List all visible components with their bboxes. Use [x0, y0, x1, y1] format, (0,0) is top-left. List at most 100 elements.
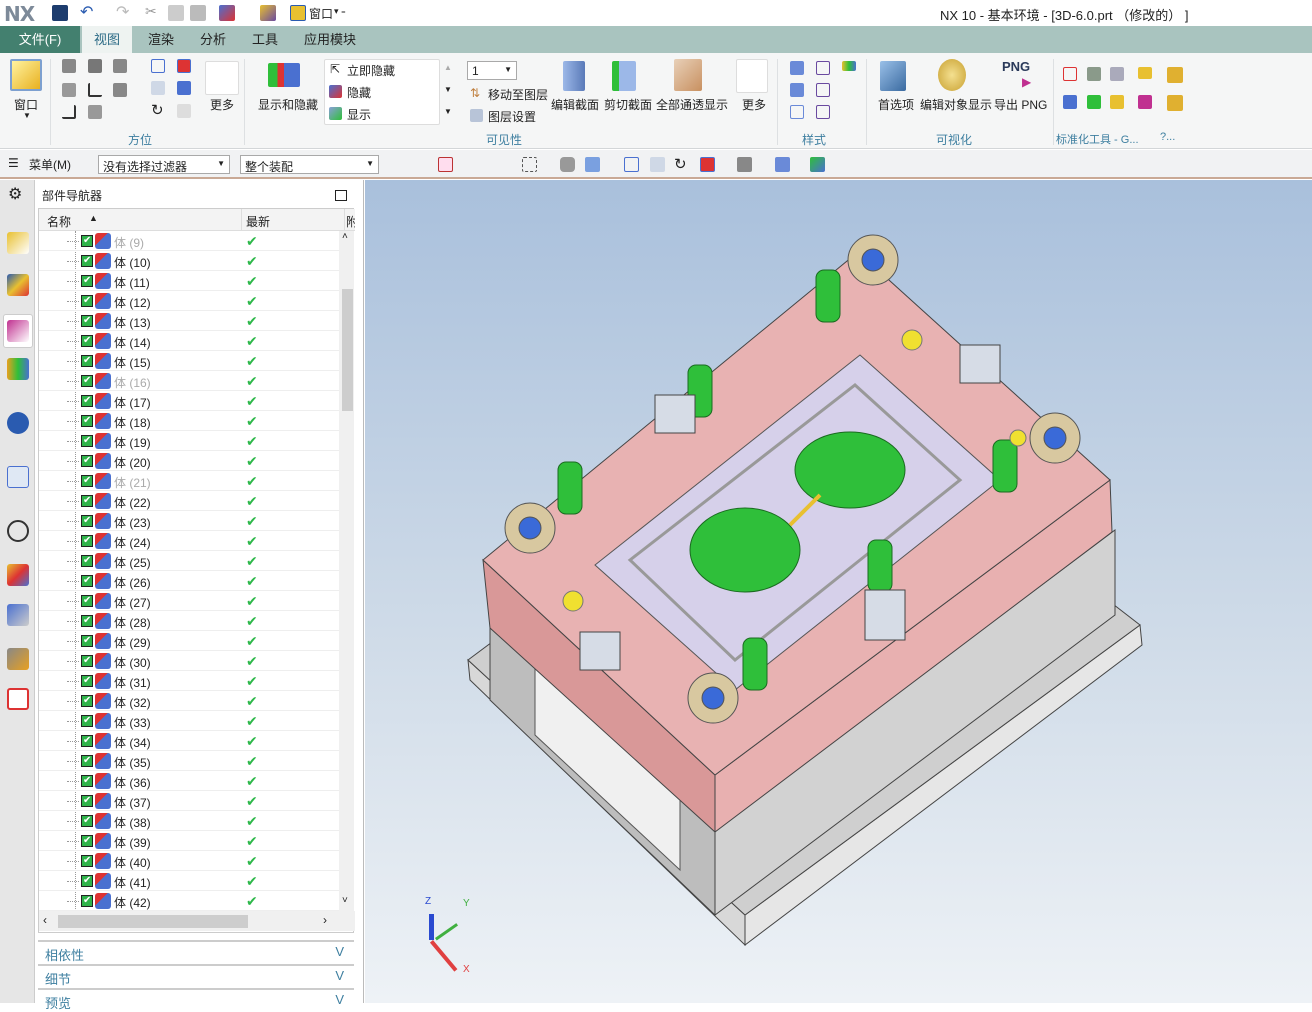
show-and-hide-button[interactable]: 显示和隐藏	[258, 96, 318, 113]
tree-row[interactable]: 体 (14) ✔	[39, 331, 339, 351]
tree-row[interactable]: 体 (10) ✔	[39, 251, 339, 271]
constraint-navigator-icon[interactable]	[7, 274, 29, 296]
visibility-checkbox[interactable]	[81, 655, 93, 667]
all-transparent-button[interactable]: 全部通透显示	[656, 96, 728, 113]
tree-row[interactable]: 体 (23) ✔	[39, 511, 339, 531]
gallery-expand-icon[interactable]: ▼	[444, 107, 452, 116]
static-wire-icon[interactable]	[790, 105, 804, 119]
tree-row[interactable]: 体 (26) ✔	[39, 571, 339, 591]
show-hide-icon[interactable]	[268, 63, 300, 87]
layer-settings-icon[interactable]	[470, 109, 483, 122]
section-details[interactable]: 细节 V	[38, 964, 354, 987]
maximize-icon[interactable]	[335, 190, 347, 201]
tab-file[interactable]: 文件(F)	[0, 26, 80, 53]
tree-row[interactable]: 体 (40) ✔	[39, 851, 339, 871]
scroll-right-icon[interactable]: ›	[323, 913, 327, 927]
gallery-up-icon[interactable]: ▲	[444, 63, 452, 72]
visibility-checkbox[interactable]	[81, 415, 93, 427]
tree-row[interactable]: 体 (19) ✔	[39, 431, 339, 451]
graphics-window[interactable]: Z X Y	[365, 180, 1312, 1003]
tree-row[interactable]: 体 (29) ✔	[39, 631, 339, 651]
undo-icon[interactable]: ↶	[80, 2, 96, 21]
tree-row[interactable]: 体 (38) ✔	[39, 811, 339, 831]
column-more[interactable]: 附	[346, 213, 355, 230]
vertical-scrollbar[interactable]: ˄ ˅	[339, 231, 354, 911]
show-button[interactable]: 显示	[347, 106, 371, 123]
clip-section-icon[interactable]	[612, 61, 636, 91]
visibility-checkbox[interactable]	[81, 455, 93, 467]
tree-row[interactable]: 体 (16) ✔	[39, 371, 339, 391]
more-orient-icon[interactable]	[205, 61, 239, 95]
move-to-layer-button[interactable]: 移动至图层	[488, 86, 548, 103]
visibility-checkbox[interactable]	[81, 255, 93, 267]
tree-row[interactable]: 体 (34) ✔	[39, 731, 339, 751]
pan-icon[interactable]	[151, 81, 165, 95]
visibility-checkbox[interactable]	[81, 615, 93, 627]
menu-button[interactable]: 菜单(M)	[29, 156, 71, 173]
view-back-icon[interactable]	[88, 105, 102, 119]
colors-icon[interactable]	[842, 61, 856, 71]
view-iso-icon[interactable]	[113, 59, 127, 73]
visibility-checkbox[interactable]	[81, 495, 93, 507]
extra-tool-1-icon[interactable]	[1167, 67, 1183, 83]
paint-icon[interactable]	[260, 5, 276, 21]
hidden-edges-icon[interactable]	[816, 83, 830, 97]
visibility-checkbox[interactable]	[81, 235, 93, 247]
tree-row[interactable]: 体 (32) ✔	[39, 691, 339, 711]
mold-assembly-model[interactable]	[365, 180, 1312, 1003]
visibility-checkbox[interactable]	[81, 735, 93, 747]
tree-row[interactable]: 体 (18) ✔	[39, 411, 339, 431]
show-hide-icon[interactable]	[219, 5, 235, 21]
visibility-checkbox[interactable]	[81, 515, 93, 527]
shaded-edges-icon[interactable]	[790, 61, 804, 75]
layer-select[interactable]: 1	[467, 61, 517, 80]
tree-row[interactable]: 体 (20) ✔	[39, 451, 339, 471]
manufacturing-wizards-icon[interactable]	[7, 648, 29, 670]
web-browser-icon[interactable]	[7, 466, 29, 488]
tree-row[interactable]: 体 (39) ✔	[39, 831, 339, 851]
visibility-checkbox[interactable]	[81, 775, 93, 787]
visibility-checkbox[interactable]	[81, 835, 93, 847]
visibility-checkbox[interactable]	[81, 855, 93, 867]
visibility-checkbox[interactable]	[81, 755, 93, 767]
render-style-icon[interactable]	[737, 157, 752, 172]
visibility-checkbox[interactable]	[81, 335, 93, 347]
clip-section-button[interactable]: 剪切截面	[604, 96, 652, 113]
hide-button[interactable]: 隐藏	[347, 84, 371, 101]
tree-row[interactable]: 体 (27) ✔	[39, 591, 339, 611]
zoom-icon[interactable]	[177, 59, 191, 73]
orient-view-icon[interactable]	[700, 157, 715, 172]
tree-row[interactable]: 体 (12) ✔	[39, 291, 339, 311]
visibility-checkbox[interactable]	[81, 875, 93, 887]
section-preview[interactable]: 预览 V	[38, 988, 354, 1011]
save-icon[interactable]	[52, 5, 68, 21]
shaded-icon[interactable]	[790, 83, 804, 97]
visibility-checkbox[interactable]	[81, 695, 93, 707]
cube-view-icon[interactable]	[585, 157, 600, 172]
chevron-down-icon[interactable]: ▼	[23, 111, 31, 120]
scroll-down-icon[interactable]: ˅	[342, 895, 348, 906]
hide-icon[interactable]	[329, 85, 342, 98]
view-front-icon[interactable]	[88, 59, 102, 73]
std-tool-5-icon[interactable]	[1063, 95, 1077, 109]
preferences-icon[interactable]	[880, 61, 906, 91]
history-clock-icon[interactable]	[7, 520, 29, 542]
visibility-checkbox[interactable]	[81, 435, 93, 447]
rotate-icon[interactable]: ↻	[151, 101, 164, 119]
visibility-checkbox[interactable]	[81, 715, 93, 727]
menu-icon[interactable]: ☰	[8, 156, 19, 170]
chevron-down-icon[interactable]: ▾ ₌	[334, 6, 346, 17]
more-button[interactable]: 更多	[210, 96, 234, 113]
visibility-checkbox[interactable]	[81, 555, 93, 567]
redo-icon[interactable]: ↷	[116, 2, 132, 21]
column-latest[interactable]: 最新	[246, 213, 270, 230]
std-tool-8-icon[interactable]	[1138, 95, 1152, 109]
tree-row[interactable]: 体 (22) ✔	[39, 491, 339, 511]
sort-ascending-icon[interactable]: ▲	[89, 213, 98, 223]
h-scroll-thumb[interactable]	[58, 915, 248, 928]
shading-icon[interactable]	[775, 157, 790, 172]
section-dependencies[interactable]: 相依性 V	[38, 940, 354, 963]
edit-object-display-icon[interactable]	[938, 59, 966, 91]
visibility-checkbox[interactable]	[81, 355, 93, 367]
tab-tools[interactable]: 工具	[240, 26, 290, 53]
